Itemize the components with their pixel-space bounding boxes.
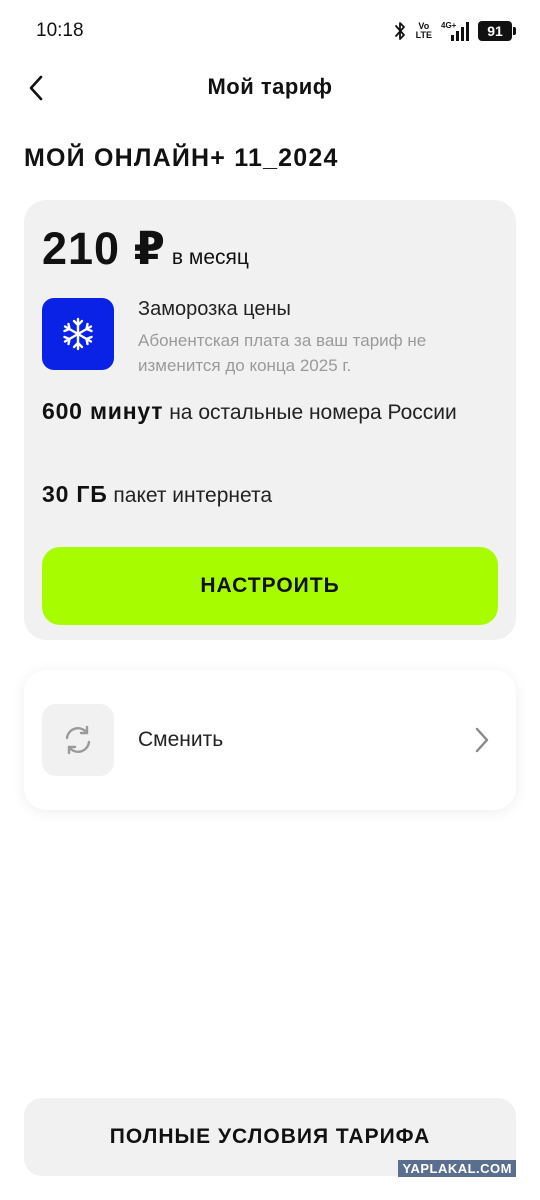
freeze-title: Заморозка цены <box>138 298 291 320</box>
volte-icon: Vo LTE <box>416 22 432 40</box>
signal-icon: 4G+ <box>441 21 469 41</box>
volte-bottom-label: LTE <box>415 30 432 40</box>
page-title: Мой тариф <box>207 74 333 99</box>
header: Мой тариф <box>0 62 540 116</box>
feature-internet: 30 ГБ пакет интернета <box>42 478 502 512</box>
tariff-name: МОЙ ОНЛАЙН+ 11_2024 <box>24 144 339 172</box>
battery-icon: 91 <box>478 21 516 41</box>
status-icons: Vo LTE 4G+ 91 <box>393 18 516 44</box>
internet-value: 30 ГБ <box>42 481 108 507</box>
status-bar: 10:18 Vo LTE 4G+ 91 <box>0 0 540 62</box>
change-tariff-button[interactable]: Сменить <box>24 670 516 810</box>
price-value: 210 ₽ <box>42 223 166 274</box>
internet-text: пакет интернета <box>113 484 273 507</box>
price: 210 ₽ в месяц <box>42 222 249 275</box>
freeze-description: Абонентская плата за ваш тариф не измени… <box>138 331 427 375</box>
refresh-icon <box>42 704 114 776</box>
configure-button[interactable]: НАСТРОИТЬ <box>42 547 498 625</box>
minutes-text: на остальные номера России <box>169 401 457 424</box>
snowflake-icon <box>42 298 114 370</box>
price-period: в месяц <box>171 246 249 269</box>
status-time: 10:18 <box>36 20 84 41</box>
change-label: Сменить <box>138 728 224 751</box>
bluetooth-icon <box>394 22 405 40</box>
chevron-right-icon <box>475 727 489 753</box>
feature-minutes: 600 минут на остальные номера России <box>42 395 502 429</box>
minutes-value: 600 минут <box>42 398 164 424</box>
network-type-label: 4G+ <box>441 21 457 30</box>
screen: 10:18 Vo LTE 4G+ 91 Мой тариф МОЙ ОНЛАЙН… <box>0 0 540 1200</box>
watermark: YAPLAKAL.COM <box>398 1160 516 1177</box>
tariff-card: 210 ₽ в месяц Заморозка цены Абонентская … <box>24 200 516 640</box>
